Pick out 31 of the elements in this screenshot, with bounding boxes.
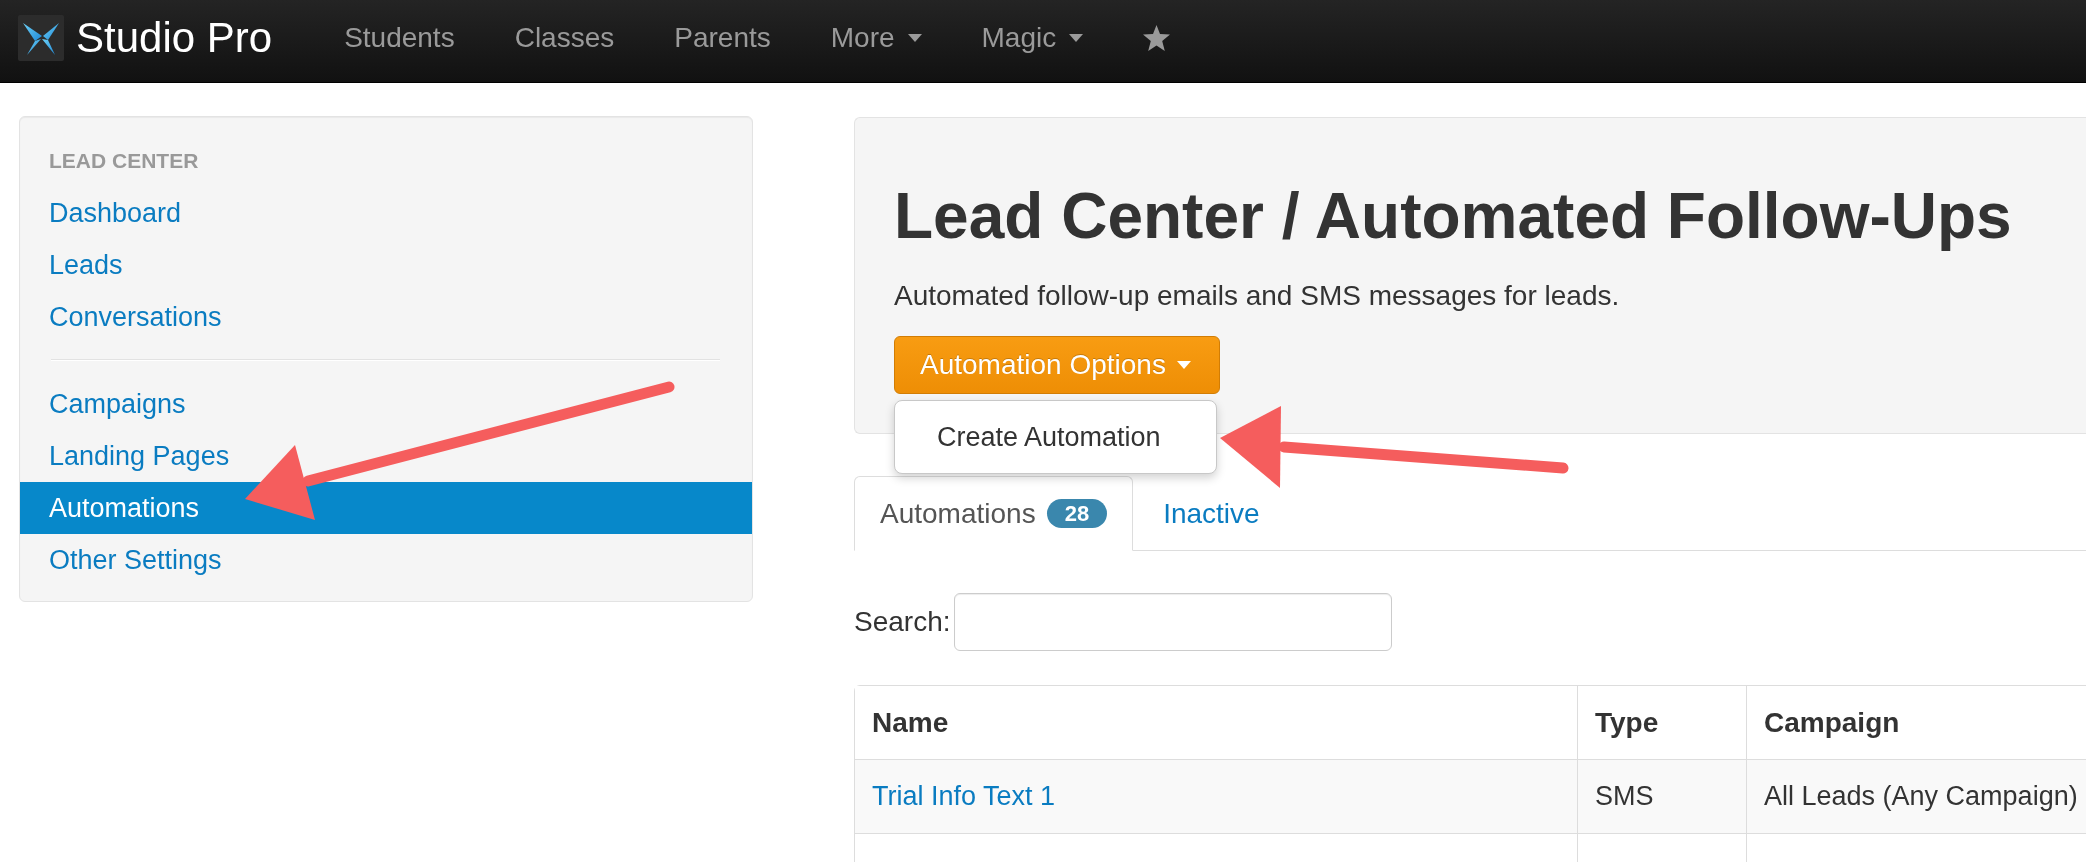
caret-icon — [1176, 361, 1191, 369]
tab[interactable]: Automations 28 — [854, 476, 1134, 551]
options-dropdown-button[interactable]: Automation Options — [894, 336, 1220, 394]
logo-icon — [18, 15, 64, 61]
sidebar-item[interactable]: Landing Pages — [20, 430, 752, 482]
table-cell: SMS — [1577, 759, 1746, 833]
brand-link[interactable]: Studio Pro — [18, 14, 273, 62]
sidebar-item[interactable]: Dashboard — [20, 187, 752, 239]
count-badge: 28 — [1046, 499, 1108, 528]
nav-dropdown[interactable]: More — [800, 8, 952, 68]
sidebar-item[interactable]: Automations — [20, 482, 752, 534]
nav-link[interactable]: Classes — [484, 8, 645, 68]
nav-dropdown[interactable]: Magic — [951, 8, 1114, 68]
sidebar-item[interactable]: Conversations — [20, 291, 752, 343]
star-icon[interactable] — [1143, 25, 1171, 51]
search-label: Search: — [854, 606, 951, 638]
sidebar-heading: LEAD CENTER — [48, 148, 200, 174]
tab[interactable]: Inactive — [1137, 476, 1286, 551]
table-cell: All Leads (Any Campaign) — [1746, 759, 2086, 833]
automation-link[interactable]: Trial Info Text 1 — [872, 781, 1056, 811]
search-field[interactable] — [953, 593, 1392, 651]
caret-icon — [907, 34, 922, 42]
menu-item[interactable]: Create Automation — [895, 417, 1216, 457]
sidebar-item[interactable]: Leads — [20, 239, 752, 291]
page-description: Automated follow-up emails and SMS messages for leads. — [894, 279, 1621, 313]
nav-link[interactable]: Parents — [644, 8, 801, 68]
sidebar-item[interactable]: Campaigns — [20, 378, 752, 430]
page-title: Lead Center / Automated Follow-Ups — [894, 179, 2013, 254]
sidebar-item[interactable]: Other Settings — [20, 534, 752, 586]
nav-link[interactable]: Students — [314, 8, 485, 68]
caret-icon — [1069, 34, 1084, 42]
